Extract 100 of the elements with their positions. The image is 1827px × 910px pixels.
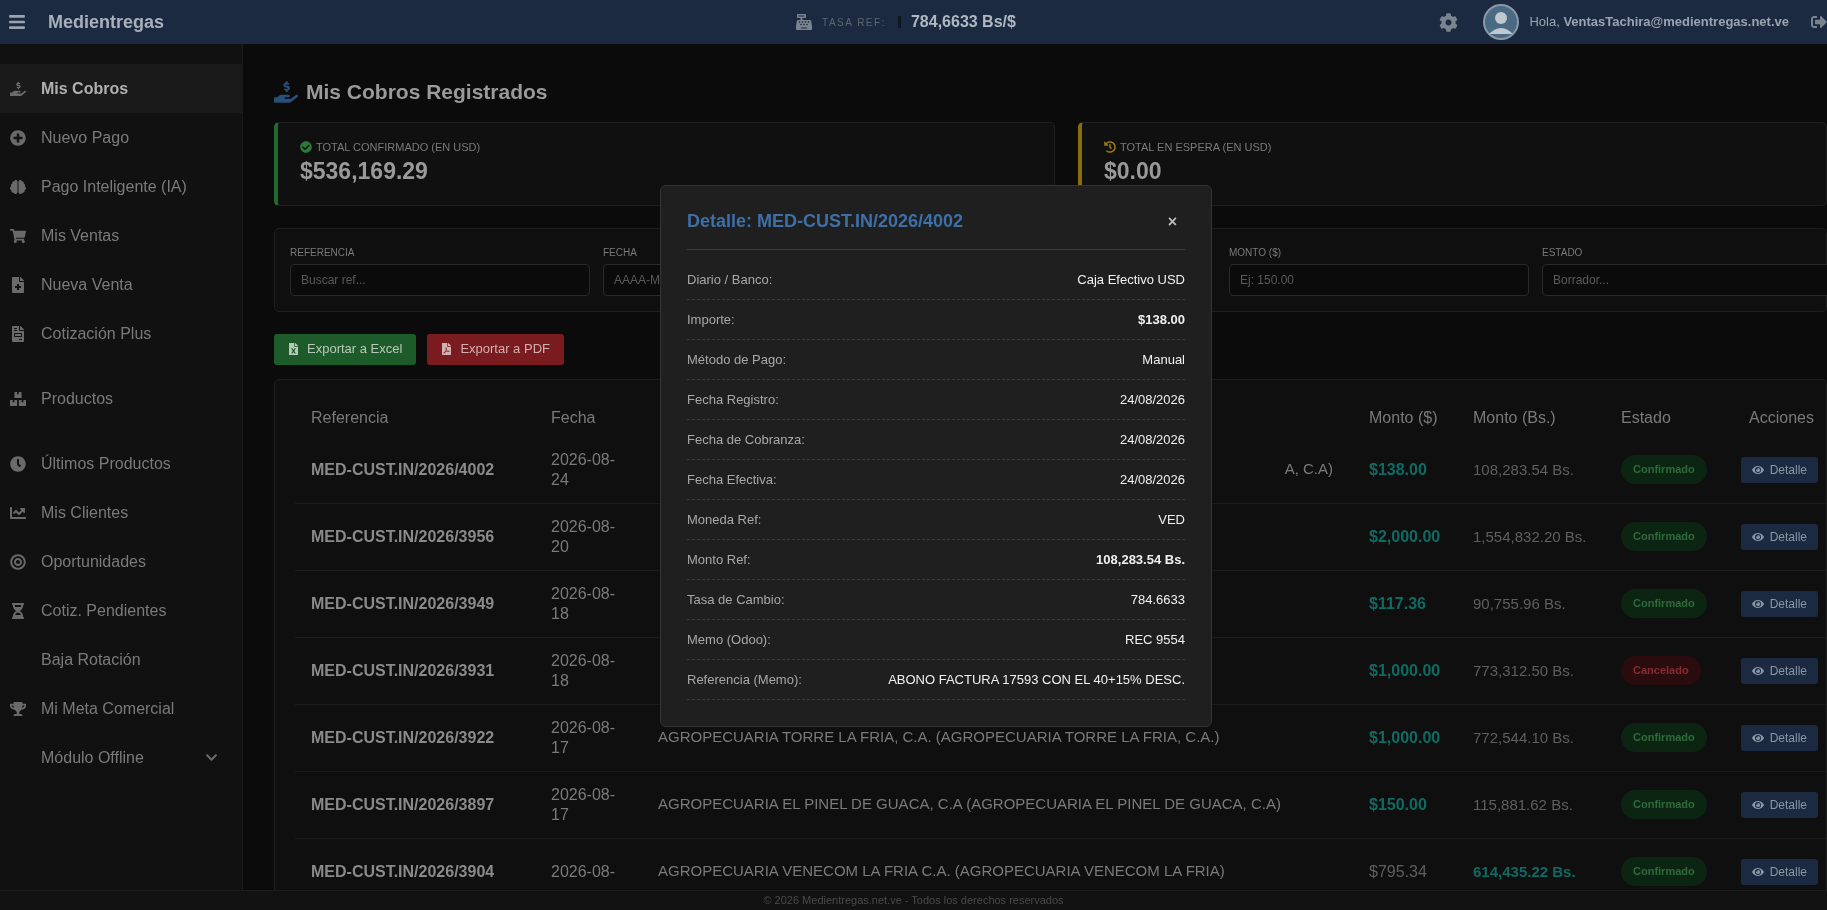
bs-amount: 108,283.54 Bs. [1473, 460, 1574, 478]
sidebar-item[interactable]: Oportunidades [0, 537, 242, 586]
client-cell-text: AGROPECUARIA VENECOM LA FRIA C.A. (AGROPECUARIA VENECOM LA FRIA) [658, 861, 1225, 882]
detail-button[interactable]: Detalle [1740, 724, 1818, 751]
field-label: Moneda Ref: [687, 510, 762, 529]
column-header: Acciones [1749, 409, 1814, 426]
menu-icon[interactable] [8, 13, 26, 31]
sidebar-item[interactable]: Productos [0, 374, 242, 423]
date-cell: 2026-08-17 [551, 784, 617, 825]
export-button[interactable]: Exportar a Excel [274, 333, 417, 365]
field-value: REC 9554 [1125, 630, 1185, 649]
status-select[interactable]: Borrador... [1542, 263, 1827, 296]
detail-button[interactable]: Detalle [1740, 456, 1818, 483]
eye-icon [1751, 664, 1764, 677]
settings-icon[interactable] [1439, 12, 1459, 32]
usd-amount: $2,000.00 [1369, 527, 1441, 545]
field-value: Manual [1142, 350, 1185, 369]
field-value: 24/08/2026 [1119, 430, 1185, 449]
avatar-icon[interactable] [1483, 4, 1520, 40]
bs-amount: 772,544.10 Bs. [1473, 728, 1574, 746]
usd-amount: $138.00 [1369, 460, 1427, 478]
bs-amount: 90,755.96 Bs. [1473, 594, 1566, 612]
boxes-icon [10, 390, 26, 407]
eye-icon [1751, 865, 1764, 878]
date-cell: 2026-08-18 [551, 650, 617, 691]
field-value: $138.00 [1138, 310, 1185, 329]
hand-dollar-icon [10, 80, 26, 97]
sidebar-item[interactable]: Nueva Venta [0, 260, 242, 309]
detail-button[interactable]: Detalle [1740, 590, 1818, 617]
cash-register-icon [796, 14, 813, 30]
card-value: $0.00 [1104, 157, 1163, 185]
sidebar-item[interactable]: Cotiz. Pendientes [0, 586, 242, 635]
close-button[interactable]: × [1167, 209, 1177, 234]
hand-dollar-icon [274, 79, 298, 104]
usd-amount: $1,000.00 [1369, 661, 1441, 679]
reference-cell: MED-CUST.IN/2026/3897 [311, 795, 495, 813]
date-cell: 2026-08-17 [551, 717, 617, 758]
reference-cell: MED-CUST.IN/2026/3922 [311, 728, 495, 746]
line-chart-icon [10, 504, 26, 521]
detail-button[interactable]: Detalle [1740, 657, 1818, 684]
field-label: Fecha de Cobranza: [687, 430, 805, 449]
sidebar-item[interactable]: Baja Rotación [0, 635, 242, 684]
column-header: Estado [1621, 409, 1671, 426]
filter-label: FECHA [603, 245, 638, 260]
reference-cell: MED-CUST.IN/2026/3956 [311, 527, 495, 545]
trophy-icon [10, 700, 26, 717]
filter-label: REFERENCIA [290, 245, 356, 260]
sidebar-item[interactable]: Módulo Offline [0, 733, 242, 782]
rate-value: 784,6633 Bs/$ [910, 12, 1016, 32]
eye-icon [1751, 798, 1764, 811]
cart-icon [10, 227, 26, 244]
card-label: TOTAL EN ESPERA (EN USD) [1120, 139, 1272, 155]
modal-title: Detalle: MED-CUST.IN/2026/4002 [687, 210, 964, 233]
detail-button[interactable]: Detalle [1740, 791, 1818, 818]
filter-label: MONTO ($) [1229, 245, 1283, 260]
reference-cell: MED-CUST.IN/2026/3949 [311, 594, 495, 612]
usd-amount: $1,000.00 [1369, 728, 1441, 746]
sidebar-item[interactable]: Mi Meta Comercial [0, 684, 242, 733]
sidebar-item[interactable]: Mis Clientes [0, 488, 242, 537]
usd-amount: $795.34 [1369, 862, 1427, 880]
spreadsheet-icon [288, 343, 299, 355]
status-badge: Confirmado [1621, 455, 1707, 484]
sidebar-item[interactable]: Mis Ventas [0, 211, 242, 260]
pdf-file-icon [441, 343, 453, 355]
status-badge: Confirmado [1621, 589, 1707, 618]
field-label: Tasa de Cambio: [687, 590, 785, 609]
target-icon [10, 553, 26, 570]
column-header: Monto (Bs.) [1473, 409, 1556, 426]
field-label: Fecha Efectiva: [687, 470, 777, 489]
field-label: Diario / Banco: [687, 270, 773, 289]
date-cell: 2026-08-18 [551, 583, 617, 624]
sidebar-item[interactable]: Nuevo Pago [0, 113, 242, 162]
clock-icon [10, 455, 26, 472]
logout-icon[interactable] [1811, 14, 1827, 30]
export-button[interactable]: Exportar a PDF [427, 333, 564, 365]
sidebar-item[interactable]: Últimos Productos [0, 439, 242, 488]
detail-button[interactable]: Detalle [1740, 523, 1818, 550]
field-value: Caja Efectivo USD [1077, 270, 1185, 289]
sidebar-item[interactable]: Mis Cobros [0, 64, 242, 113]
eye-icon [1751, 597, 1764, 610]
greeting-text: Hola, VentasTachira@medientregas.net.ve [1529, 13, 1789, 32]
client-cell-text: AGROPECUARIA EL PINEL DE GUACA, C.A (AGROPECUARIA EL PINEL DE GUACA, C.A) [658, 794, 1281, 815]
reference-cell: MED-CUST.IN/2026/4002 [311, 460, 495, 478]
eye-icon [1751, 731, 1764, 744]
field-label: Monto Ref: [687, 550, 751, 569]
field-value: 24/08/2026 [1119, 390, 1185, 409]
field-value: ABONO FACTURA 17593 CON EL 40+15% DESC. [888, 670, 1185, 689]
hourglass-icon [10, 602, 26, 619]
status-badge: Cancelado [1621, 656, 1701, 685]
bs-amount: 1,554,832.20 Bs. [1473, 527, 1587, 545]
sidebar-item[interactable]: Pago Inteligente (IA) [0, 162, 242, 211]
sidebar-item[interactable]: Cotización Plus [0, 309, 242, 358]
history-icon [1104, 140, 1116, 153]
document-icon [10, 325, 26, 342]
filter-input[interactable]: Ej: 150.00 [1229, 263, 1529, 296]
field-label: Referencia (Memo): [687, 670, 802, 689]
brand-name: Medientregas [48, 10, 165, 34]
detail-button[interactable]: Detalle [1740, 858, 1818, 885]
eye-icon [1751, 463, 1764, 476]
filter-input[interactable]: Buscar ref... [290, 263, 590, 296]
